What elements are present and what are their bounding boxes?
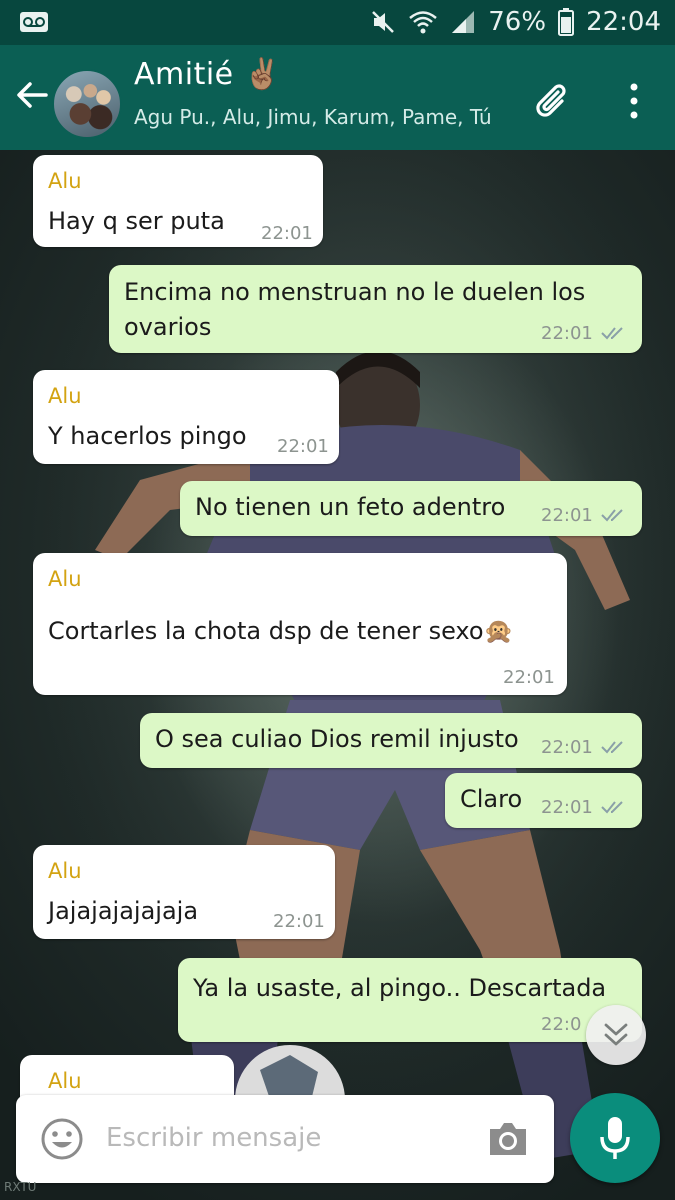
- message-composer: Escribir mensaje: [16, 1095, 554, 1183]
- message-input[interactable]: Escribir mensaje: [106, 1123, 321, 1153]
- sender-name: Alu: [48, 384, 82, 408]
- signal-icon: [452, 11, 475, 33]
- microphone-icon: [600, 1117, 630, 1159]
- message-text: Jajajajajajaja: [48, 897, 199, 925]
- message-bubble-outgoing[interactable]: O sea culiao Dios remil injusto 22:01: [140, 713, 642, 768]
- double-check-icon: [601, 327, 623, 340]
- sender-name: Alu: [48, 859, 82, 883]
- chat-area[interactable]: Alu Hay q ser puta 22:01 Encima no menst…: [0, 150, 675, 1200]
- emoji-icon[interactable]: [40, 1117, 84, 1161]
- battery-percent: 76%: [488, 7, 547, 37]
- double-check-icon: [601, 741, 623, 754]
- message-text: ovarios: [124, 313, 212, 341]
- message-time: 22:01: [261, 223, 313, 244]
- message-time: 22:01: [541, 797, 593, 818]
- sender-name: Alu: [48, 567, 82, 591]
- message-bubble-incoming[interactable]: Alu Hay q ser puta 22:01: [33, 155, 323, 247]
- message-time: 22:01: [503, 667, 555, 688]
- battery-icon: [558, 8, 575, 36]
- group-members[interactable]: Agu Pu., Alu, Jimu, Karum, Pame, Tú: [134, 105, 492, 129]
- sender-name: Alu: [48, 169, 82, 193]
- chat-header: Amitié ✌🏽 Agu Pu., Alu, Jimu, Karum, Pam…: [0, 45, 675, 150]
- camera-icon[interactable]: [486, 1119, 530, 1159]
- mute-icon: [372, 11, 395, 33]
- message-text: Ya la usaste, al pingo.. Descartada: [193, 974, 607, 1002]
- wifi-icon: [409, 11, 438, 34]
- message-time: 22:01: [541, 737, 593, 758]
- message-bubble-outgoing[interactable]: Encima no menstruan no le duelen los ova…: [109, 265, 642, 353]
- voice-record-button[interactable]: [570, 1093, 660, 1183]
- message-text: Claro: [460, 785, 523, 813]
- message-bubble-incoming[interactable]: Alu Y hacerlos pingo 22:01: [33, 370, 339, 464]
- message-time: 22:01: [541, 323, 593, 344]
- scroll-to-bottom-button[interactable]: [586, 1005, 646, 1065]
- message-bubble-incoming[interactable]: Alu Cortarles la chota dsp de tener sexo…: [33, 553, 567, 695]
- message-time: 22:01: [273, 911, 325, 932]
- chevron-down-double-icon: [604, 1023, 628, 1046]
- group-avatar[interactable]: [52, 69, 122, 139]
- back-arrow-icon[interactable]: [12, 75, 52, 115]
- message-text: No tienen un feto adentro: [195, 493, 506, 521]
- message-time: 22:01: [541, 505, 593, 526]
- message-text: Encima no menstruan no le duelen los: [124, 278, 586, 306]
- double-check-icon: [601, 509, 623, 522]
- group-title[interactable]: Amitié ✌🏽: [134, 57, 282, 92]
- message-text: Y hacerlos pingo: [48, 422, 247, 450]
- more-vertical-icon[interactable]: [624, 81, 644, 121]
- status-bar: 76% 22:04: [0, 0, 675, 45]
- paperclip-icon[interactable]: [532, 79, 576, 123]
- voicemail-icon: [20, 12, 48, 32]
- message-bubble-outgoing[interactable]: Claro 22:01: [445, 773, 642, 828]
- message-text: Hay q ser puta: [48, 207, 225, 235]
- message-time: 22:0: [541, 1014, 582, 1035]
- message-text: O sea culiao Dios remil injusto: [155, 725, 519, 753]
- message-text: Cortarles la chota dsp de tener sexo🙊: [48, 617, 514, 645]
- sender-name: Alu: [48, 1069, 82, 1093]
- message-bubble-outgoing[interactable]: Ya la usaste, al pingo.. Descartada 22:0: [178, 958, 642, 1042]
- message-bubble-outgoing[interactable]: No tienen un feto adentro 22:01: [180, 481, 642, 536]
- message-bubble-incoming[interactable]: Alu Jajajajajajaja 22:01: [33, 845, 335, 939]
- clock: 22:04: [586, 7, 661, 37]
- watermark: RXTU: [4, 1180, 37, 1194]
- double-check-icon: [601, 801, 623, 814]
- message-time: 22:01: [277, 436, 329, 457]
